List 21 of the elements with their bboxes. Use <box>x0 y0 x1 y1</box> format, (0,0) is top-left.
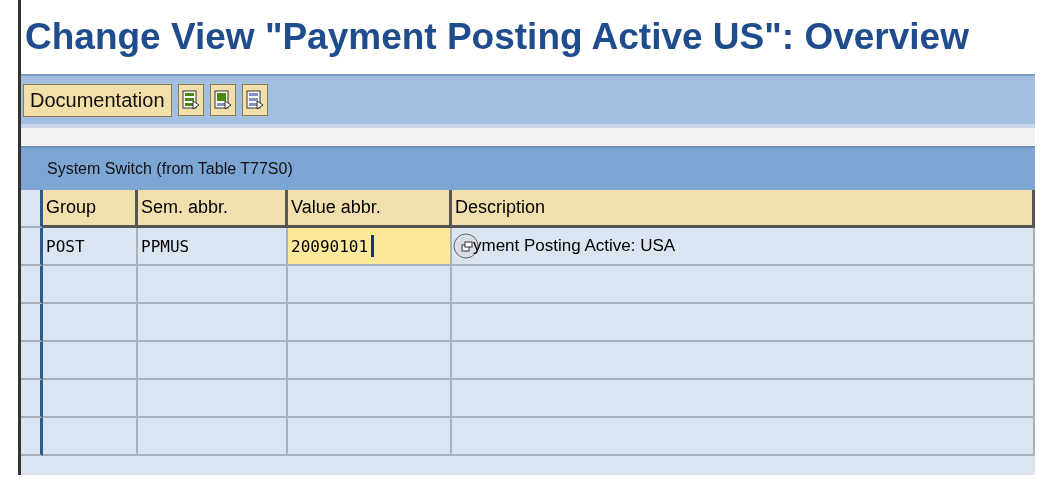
row-selector[interactable] <box>21 380 43 418</box>
row-selector[interactable] <box>21 304 43 342</box>
column-header[interactable]: Description <box>452 190 1035 228</box>
table-cell[interactable]: POST <box>43 228 138 266</box>
table-cell[interactable]: yment Posting Active: USA <box>452 228 1035 266</box>
section-title: System Switch (from Table T77S0) <box>47 160 293 178</box>
column-header[interactable]: Group <box>43 190 138 228</box>
select-all-cell[interactable] <box>21 190 43 228</box>
column-header[interactable]: Sem. abbr. <box>138 190 288 228</box>
column-header[interactable]: Value abbr. <box>288 190 452 228</box>
screen-title: Change View "Payment Posting Active US": Overview <box>25 16 969 58</box>
list-arrow-button[interactable] <box>241 84 268 116</box>
row-selector[interactable] <box>21 266 43 304</box>
documentation-button[interactable]: Documentation <box>23 83 172 117</box>
row-selector[interactable] <box>21 228 43 266</box>
list-arrow-button[interactable] <box>209 84 236 116</box>
row-selector[interactable] <box>21 418 43 456</box>
row-selector[interactable] <box>21 342 43 380</box>
list-arrow-button[interactable] <box>177 84 204 116</box>
table-cell[interactable]: PPMUS <box>138 228 288 266</box>
table-cell[interactable]: 20090101 <box>288 228 452 266</box>
